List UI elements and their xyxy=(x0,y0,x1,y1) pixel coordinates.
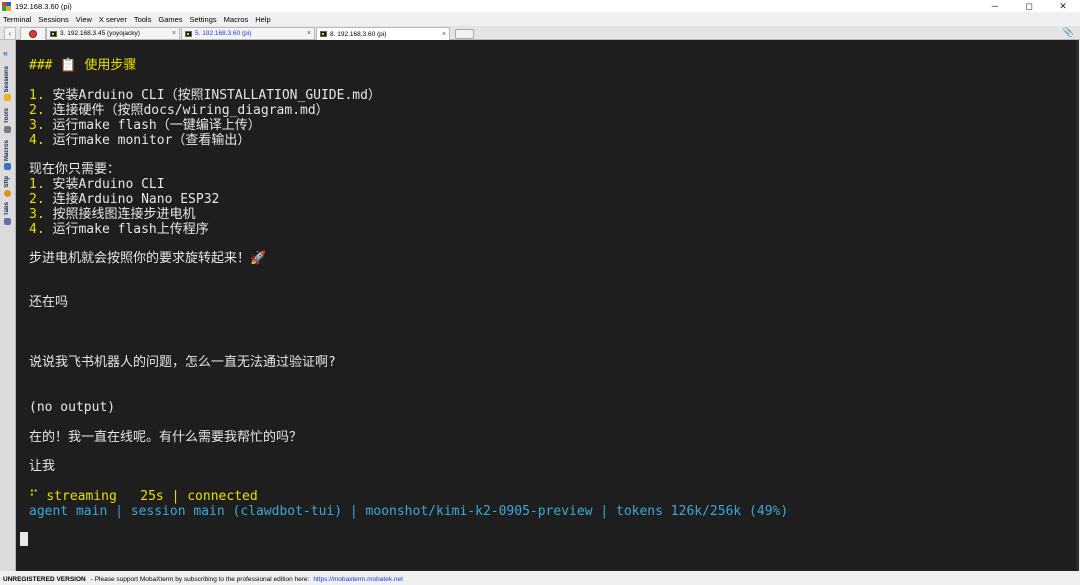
tab-bar: ‹ 3. 192.168.3.45 (yoyojacky) × 5. 192.1… xyxy=(0,26,1080,40)
sidebar-item-label: Tools xyxy=(4,108,10,124)
sidebar-item-sftp[interactable]: Sftp xyxy=(2,176,13,197)
mobatek-link[interactable]: https://mobaxterm.mobatek.net xyxy=(313,576,403,583)
no-output-text: (no output) xyxy=(29,400,116,415)
tab-close-icon[interactable]: × xyxy=(439,31,449,38)
window-title: 192.168.3.60 (pi) xyxy=(15,1,72,11)
minimize-button[interactable]: ─ xyxy=(978,0,1012,12)
terminal-icon xyxy=(320,31,327,37)
sidebar-item-macros[interactable]: Macros xyxy=(2,140,13,171)
step-line: 2. 连接硬件（按照docs/wiring_diagram.md） xyxy=(29,103,329,118)
terminal-scrollbar[interactable] xyxy=(1076,40,1079,571)
need-title: 现在你只需要： xyxy=(29,162,121,177)
menu-view[interactable]: View xyxy=(73,15,96,24)
menu-terminal[interactable]: Terminal xyxy=(0,15,35,24)
sidebar-item-label: Sftp xyxy=(4,176,10,188)
menu-tools[interactable]: Tools xyxy=(131,15,156,24)
assistant-reply: 在的！我一直在线呢。有什么需要我帮忙的吗？ xyxy=(29,430,303,445)
chevron-left-icon: ‹ xyxy=(8,29,12,38)
paperclip-icon[interactable]: 📎 xyxy=(1063,27,1074,38)
user-message-still: 还在吗 xyxy=(29,295,69,310)
menu-help[interactable]: Help xyxy=(252,15,274,24)
menu-sessions[interactable]: Sessions xyxy=(35,15,72,24)
step-line: 2. 连接Arduino Nano ESP32 xyxy=(29,192,220,207)
title-bar: 192.168.3.60 (pi) ─ ◻ ✕ xyxy=(0,0,1080,12)
collapse-sidebar-icon[interactable]: « xyxy=(3,48,8,58)
result-text: 步进电机就会按照你的要求旋转起来！🚀 xyxy=(29,251,267,266)
home-icon xyxy=(29,30,37,38)
sidebar-item-tabs[interactable]: Tabs xyxy=(2,202,13,225)
close-button[interactable]: ✕ xyxy=(1046,0,1080,12)
streaming-status: ⠋ streaming 25s | connected xyxy=(29,489,258,504)
tab-close-icon[interactable]: × xyxy=(169,30,179,37)
tab-label: 5. 192.168.3.60 (pi) xyxy=(195,30,252,37)
menu-macros[interactable]: Macros xyxy=(221,15,253,24)
mobaxterm-window: 192.168.3.60 (pi) ─ ◻ ✕ Terminal Session… xyxy=(0,0,1080,585)
session-info: agent main | session main (clawdbot-tui)… xyxy=(29,504,789,519)
tab-session-8[interactable]: 8. 192.168.3.60 (pi) × xyxy=(316,27,450,40)
left-sidebar: « Sessions Tools Macros Sftp Tabs xyxy=(0,40,16,571)
tab-session-5[interactable]: 5. 192.168.3.60 (pi) × xyxy=(181,27,315,39)
menu-bar: Terminal Sessions View X server Tools Ga… xyxy=(0,13,1080,25)
sidebar-item-label: Tabs xyxy=(4,202,10,216)
unregistered-label: UNREGISTERED VERSION xyxy=(3,575,86,583)
macros-icon xyxy=(4,163,11,171)
step-line: 4. 运行make monitor（查看输出） xyxy=(29,133,251,148)
assistant-partial: 让我 xyxy=(29,459,56,474)
step-line: 4. 运行make flash上传程序 xyxy=(29,222,209,237)
status-bar: UNREGISTERED VERSION - Please support Mo… xyxy=(0,573,1080,585)
tab-close-icon[interactable]: × xyxy=(304,30,314,37)
sidebar-item-tools[interactable]: Tools xyxy=(2,108,13,133)
window-controls: ─ ◻ ✕ xyxy=(978,0,1080,12)
step-line: 1. 安装Arduino CLI（按照INSTALLATION_GUIDE.md… xyxy=(29,88,381,103)
menu-games[interactable]: Games xyxy=(155,15,186,24)
terminal-cursor xyxy=(20,532,28,546)
star-icon xyxy=(4,94,11,102)
terminal-heading: ### 📋 使用步骤 xyxy=(29,58,137,73)
support-message: - Please support MobaXterm by subscribin… xyxy=(90,575,310,583)
tab-home[interactable] xyxy=(20,27,46,40)
user-message-question: 说说我飞书机器人的问题，怎么一直无法通过验证啊? xyxy=(29,355,336,370)
new-tab-button[interactable] xyxy=(455,29,474,39)
terminal-area[interactable]: ### 📋 使用步骤 1. 安装Arduino CLI（按照INSTALLATI… xyxy=(16,40,1079,571)
tab-label: 3. 192.168.3.45 (yoyojacky) xyxy=(60,30,140,37)
step-line: 3. 按照接线图连接步进电机 xyxy=(29,207,196,222)
sidebar-item-label: Macros xyxy=(4,140,10,162)
sftp-icon xyxy=(4,189,11,197)
menu-x-server[interactable]: X server xyxy=(96,15,131,24)
tab-label: 8. 192.168.3.60 (pi) xyxy=(330,30,387,38)
step-line: 1. 安装Arduino CLI xyxy=(29,177,165,192)
tab-session-3[interactable]: 3. 192.168.3.45 (yoyojacky) × xyxy=(46,27,180,39)
tab-scroll-left-button[interactable]: ‹ xyxy=(4,27,16,40)
terminal-icon xyxy=(185,30,192,37)
menu-settings[interactable]: Settings xyxy=(187,15,221,24)
step-line: 3. 运行make flash（一键编译上传） xyxy=(29,118,261,133)
sidebar-item-sessions[interactable]: Sessions xyxy=(2,66,13,102)
tools-icon xyxy=(4,125,11,133)
terminal-icon xyxy=(50,30,57,37)
sidebar-item-label: Sessions xyxy=(4,66,10,93)
tabs-icon xyxy=(4,217,11,225)
maximize-button[interactable]: ◻ xyxy=(1012,0,1046,12)
mobaxterm-app-icon xyxy=(2,1,11,11)
